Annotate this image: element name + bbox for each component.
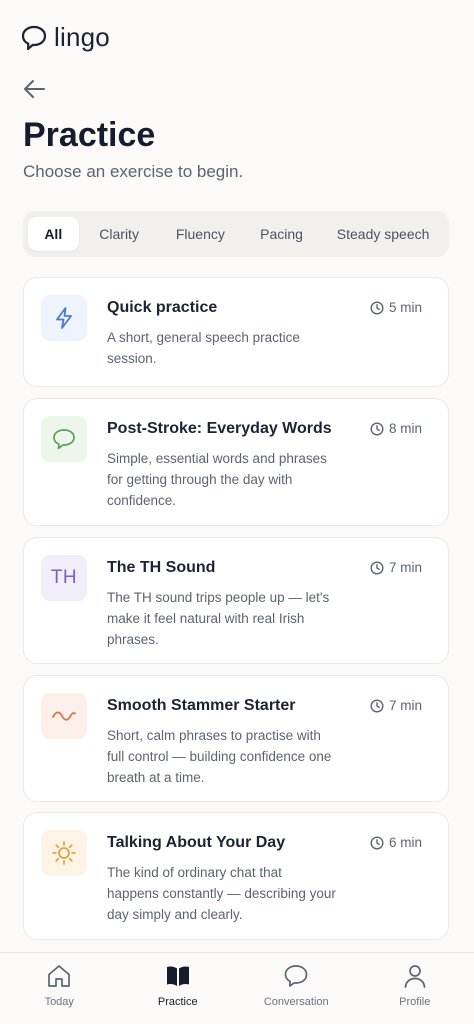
- nav-label: Today: [44, 996, 74, 1008]
- tab-pacing[interactable]: Pacing: [241, 217, 322, 251]
- page-subtitle: Choose an exercise to begin.: [23, 162, 244, 181]
- exercise-description: A short, general speech practice session…: [107, 330, 300, 366]
- exercise-title: Talking About Your Day: [107, 834, 286, 851]
- exercise-title: The TH Sound: [107, 559, 216, 576]
- exercise-duration: 8 min: [370, 421, 422, 436]
- exercise-duration: 7 min: [370, 560, 422, 575]
- lightning-icon: [56, 307, 72, 329]
- tab-all[interactable]: All: [28, 217, 79, 251]
- exercise-duration: 6 min: [370, 835, 422, 850]
- exercise-title: Quick practice: [107, 299, 218, 316]
- exercise-duration: 7 min: [370, 698, 422, 713]
- exercise-card-quick-practice[interactable]: Quick practice A short, general speech p…: [23, 277, 449, 387]
- exercise-title: Post-Stroke: Everyday Words: [107, 420, 332, 437]
- exercise-description: The kind of ordinary chat that happens c…: [107, 865, 336, 922]
- duration-label: 7 min: [388, 698, 422, 713]
- clock-icon: [370, 300, 384, 315]
- exercise-card-everyday-words[interactable]: Post-Stroke: Everyday Words Simple, esse…: [23, 398, 449, 526]
- chat-icon: [284, 965, 308, 987]
- duration-label: 6 min: [388, 835, 422, 850]
- exercise-card-talking-about-day[interactable]: Talking About Your Day The kind of ordin…: [23, 812, 449, 940]
- speech-bubble-logo-icon: [20, 24, 48, 52]
- nav-item-profile[interactable]: Profile: [356, 953, 474, 1024]
- nav-label: Practice: [157, 996, 198, 1008]
- exercise-card-th-sound[interactable]: TH The TH Sound The TH sound trips peopl…: [23, 537, 449, 664]
- nav-item-practice[interactable]: Practice: [119, 953, 238, 1024]
- duration-label: 7 min: [388, 560, 422, 575]
- exercise-description: The TH sound trips people up — let's mak…: [107, 590, 330, 647]
- duration-label: 5 min: [388, 300, 422, 315]
- clock-icon: [370, 560, 384, 575]
- card-icon-tile: [41, 830, 87, 876]
- wave-icon: [52, 711, 76, 721]
- tab-clarity[interactable]: Clarity: [79, 217, 160, 251]
- exercise-description: Short, calm phrases to practise with ful…: [107, 728, 332, 785]
- clock-icon: [370, 421, 384, 436]
- page-title: Practice: [23, 116, 156, 154]
- exercise-card-stammer-starter[interactable]: Smooth Stammer Starter Short, calm phras…: [23, 675, 449, 802]
- card-icon-tile: [41, 693, 87, 739]
- clock-icon: [370, 835, 384, 850]
- person-icon: [404, 965, 426, 988]
- card-icon-tile: TH: [41, 555, 87, 601]
- exercise-title: Smooth Stammer Starter: [107, 697, 296, 714]
- book-icon: [166, 966, 189, 986]
- arrow-left-icon: [24, 80, 45, 98]
- nav-item-today[interactable]: Today: [0, 953, 119, 1024]
- tab-steady-speech[interactable]: Steady speech: [322, 217, 444, 251]
- tab-fluency[interactable]: Fluency: [160, 217, 241, 251]
- app-name: lingo: [54, 22, 110, 52]
- speech-bubble-icon: [53, 429, 75, 450]
- nav-item-conversation[interactable]: Conversation: [237, 953, 356, 1024]
- exercise-duration: 5 min: [370, 300, 422, 315]
- clock-icon: [370, 698, 384, 713]
- duration-label: 8 min: [388, 421, 422, 436]
- filter-tabs: All Clarity Fluency Pacing Steady speech: [23, 211, 449, 257]
- back-button[interactable]: [22, 78, 48, 100]
- exercise-description: Simple, essential words and phrases for …: [107, 451, 327, 508]
- nav-label: Conversation: [263, 996, 329, 1008]
- app-logo: lingo: [20, 22, 110, 53]
- practice-screen: lingo Practice Choose an exercise to beg…: [0, 0, 474, 1024]
- card-icon-tile: [41, 295, 87, 341]
- nav-label: Profile: [399, 996, 431, 1008]
- th-icon: TH: [50, 567, 78, 588]
- home-icon: [48, 965, 71, 987]
- sun-icon: [52, 841, 76, 865]
- card-icon-tile: [41, 416, 87, 462]
- bottom-navigation: Today Practice Conversation Profile: [0, 952, 474, 1024]
